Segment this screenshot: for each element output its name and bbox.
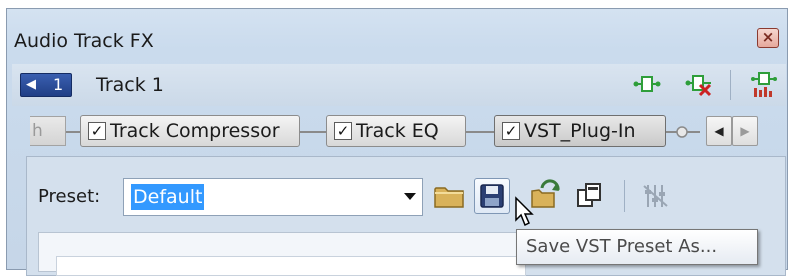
plugin-label: Track Compressor	[110, 120, 280, 142]
speaker-icon: ◀	[26, 77, 36, 92]
remove-plugin-icon[interactable]	[684, 70, 714, 98]
plugin-enable-checkbox[interactable]: ✓	[334, 122, 352, 140]
mouse-cursor-icon	[515, 196, 534, 227]
chain-end-icon	[676, 126, 688, 138]
plugin-track-eq[interactable]: ✓ Track EQ	[326, 115, 466, 147]
plugin-editor-content	[56, 256, 526, 276]
track-name: Track 1	[96, 74, 164, 96]
open-folder-icon[interactable]	[432, 178, 468, 214]
chain-connector	[466, 131, 494, 133]
plugin-enable-checkbox[interactable]: ✓	[502, 122, 520, 140]
chevron-down-icon	[404, 193, 416, 200]
save-preset-tooltip: Save VST Preset As...	[516, 229, 758, 265]
toolbar-separator	[624, 180, 625, 212]
preset-dropdown[interactable]: Default	[123, 178, 423, 216]
preset-label: Preset:	[38, 186, 101, 207]
plugin-label: Track EQ	[356, 120, 439, 142]
track-number: 1	[53, 75, 64, 94]
window-title: Audio Track FX	[14, 30, 154, 52]
preset-value: Default	[131, 184, 205, 210]
close-button[interactable]: ×	[757, 28, 779, 48]
track-number-badge[interactable]: ◀ 1	[20, 73, 72, 97]
plugin-vst-plug-in[interactable]: ✓ VST_Plug-In	[494, 115, 666, 147]
plugin-track-compressor[interactable]: ✓ Track Compressor	[80, 115, 300, 147]
chain-scroll-right-button[interactable]: ▶	[732, 116, 758, 146]
bypass-icon[interactable]	[638, 178, 674, 214]
copy-preset-icon[interactable]	[572, 178, 608, 214]
chain-connector	[300, 131, 326, 133]
plugin-chain-icon[interactable]	[632, 70, 662, 98]
chain-scroll-left-button[interactable]: ◀	[706, 116, 732, 146]
plugin-chain-previous-stub[interactable]: h	[30, 116, 66, 146]
save-preset-icon[interactable]	[474, 178, 510, 214]
plugin-enable-checkbox[interactable]: ✓	[88, 122, 106, 140]
plugin-chooser-icon[interactable]	[748, 70, 778, 98]
header-separator	[730, 70, 731, 100]
chain-connector	[66, 131, 80, 133]
plugin-label: VST_Plug-In	[524, 120, 636, 142]
